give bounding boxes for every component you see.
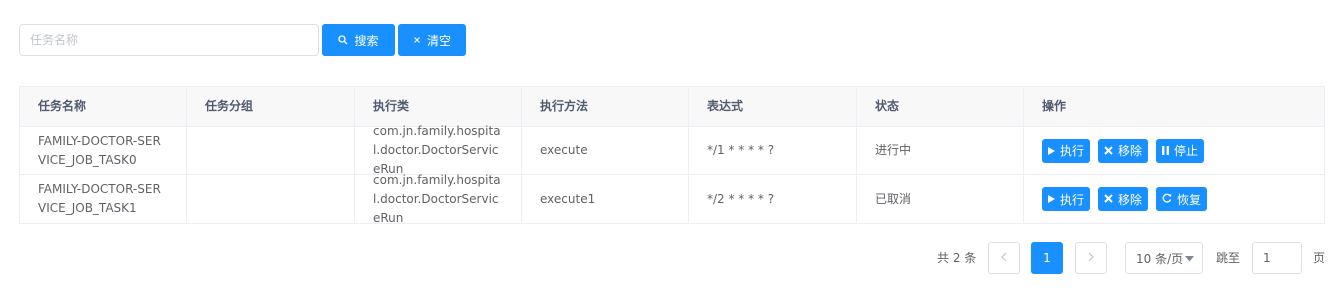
chevron-left-icon — [1001, 251, 1007, 265]
column-header-exec-method: 执行方法 — [522, 87, 689, 126]
stop-button[interactable]: 停止 — [1156, 138, 1205, 163]
task-name-search-input[interactable] — [19, 24, 319, 56]
close-icon — [1104, 192, 1113, 206]
column-header-cron: 表达式 — [689, 87, 857, 126]
remove-button[interactable]: 移除 — [1098, 138, 1149, 163]
table-row: FAMILY-DOCTOR-SERVICE_JOB_TASK0 com.jn.f… — [20, 124, 1324, 176]
play-icon — [1048, 144, 1055, 158]
actions-cell: 执行 移除 停止 — [1024, 127, 1324, 174]
task-group-cell — [187, 175, 355, 223]
status-cell: 进行中 — [857, 127, 1024, 174]
column-header-status: 状态 — [857, 87, 1024, 126]
close-icon — [1104, 144, 1113, 158]
prev-page-button[interactable] — [988, 242, 1020, 274]
execute-button[interactable]: 执行 — [1042, 187, 1091, 211]
clear-button-label: 清空 — [426, 33, 451, 48]
clear-button[interactable]: 清空 — [398, 24, 466, 56]
remove-button-label: 移除 — [1118, 144, 1143, 158]
jump-label: 跳至 — [1216, 251, 1241, 265]
refresh-icon — [1162, 192, 1172, 206]
table-row: FAMILY-DOCTOR-SERVICE_JOB_TASK1 com.jn.f… — [20, 173, 1324, 225]
pause-icon — [1162, 144, 1170, 158]
execute-button[interactable]: 执行 — [1042, 138, 1091, 163]
caret-down-icon — [1185, 251, 1194, 265]
page-item-current[interactable]: 1 — [1031, 242, 1063, 274]
actions-cell: 执行 移除 恢复 — [1024, 175, 1324, 223]
jump-page-input[interactable] — [1252, 242, 1302, 274]
search-button-label: 搜索 — [354, 33, 379, 48]
chevron-right-icon — [1088, 251, 1094, 265]
column-header-task-name: 任务名称 — [20, 87, 187, 126]
execute-button-label: 执行 — [1060, 144, 1085, 158]
cron-cell: */1 * * * * ? — [689, 127, 857, 174]
close-icon — [413, 36, 421, 44]
exec-method-cell: execute — [522, 127, 689, 174]
column-header-exec-class: 执行类 — [355, 87, 522, 126]
exec-class-cell: com.jn.family.hospital.doctor.DoctorServ… — [355, 173, 522, 225]
exec-class-cell: com.jn.family.hospital.doctor.DoctorServ… — [355, 124, 522, 176]
column-header-actions: 操作 — [1042, 99, 1067, 113]
status-cell: 已取消 — [857, 175, 1024, 223]
remove-button[interactable]: 移除 — [1098, 187, 1149, 211]
task-table: 任务名称 任务分组 执行类 执行方法 表达式 状态 操作 FAMILY-DOCT… — [19, 86, 1325, 225]
page-size-value: 10 条/页 — [1136, 251, 1184, 266]
pagination: 共 2 条 1 10 条/页 跳至 页 — [0, 242, 1343, 274]
search-button[interactable]: 搜索 — [322, 24, 395, 56]
resume-button[interactable]: 恢复 — [1156, 187, 1208, 211]
resume-button-label: 恢复 — [1177, 192, 1202, 207]
remove-button-label: 移除 — [1118, 192, 1143, 207]
table-header-row: 任务名称 任务分组 执行类 执行方法 表达式 状态 操作 — [20, 87, 1324, 127]
page-unit-label: 页 — [1313, 251, 1326, 265]
search-icon — [338, 35, 348, 45]
play-icon — [1048, 192, 1055, 206]
exec-method-cell: execute1 — [522, 175, 689, 223]
task-name-cell: FAMILY-DOCTOR-SERVICE_JOB_TASK0 — [20, 127, 187, 174]
total-count: 共 2 条 — [937, 251, 977, 265]
execute-button-label: 执行 — [1060, 192, 1085, 207]
next-page-button[interactable] — [1075, 242, 1107, 274]
stop-button-label: 停止 — [1174, 144, 1199, 158]
cron-cell: */2 * * * * ? — [689, 175, 857, 223]
task-name-cell: FAMILY-DOCTOR-SERVICE_JOB_TASK1 — [20, 175, 187, 223]
column-header-task-group: 任务分组 — [187, 87, 355, 126]
task-group-cell — [187, 127, 355, 174]
page-size-select[interactable]: 10 条/页 — [1125, 242, 1203, 274]
